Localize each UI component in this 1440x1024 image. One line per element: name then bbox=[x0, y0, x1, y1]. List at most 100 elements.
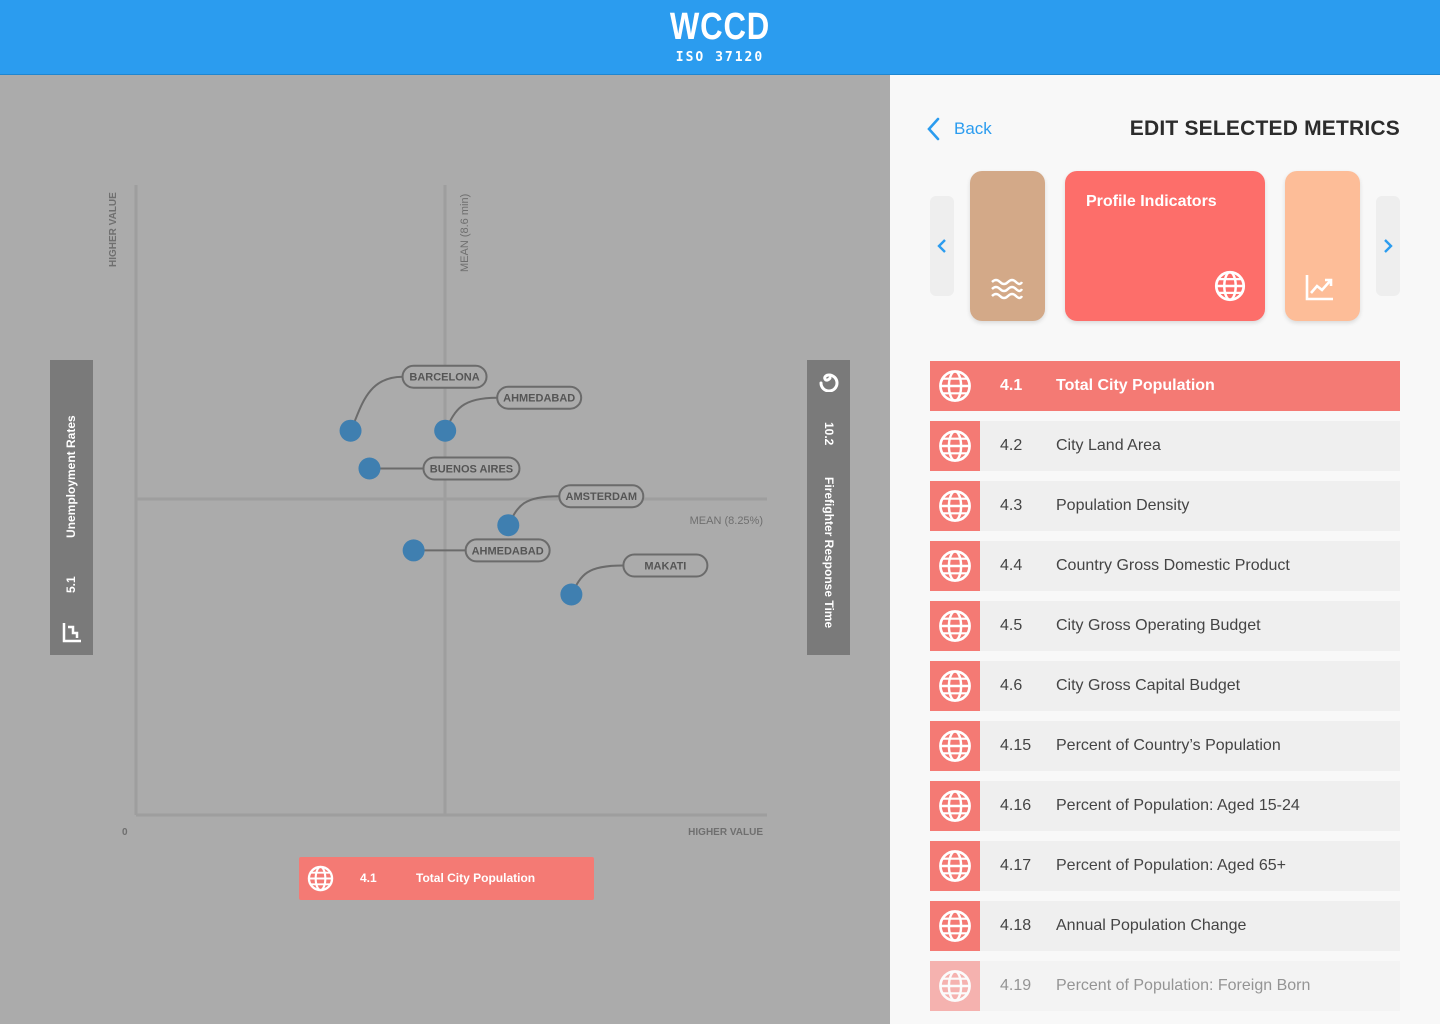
point-label: AHMEDABAD bbox=[503, 393, 575, 405]
selected-metric-number: 4.1 bbox=[360, 871, 377, 885]
data-point[interactable] bbox=[434, 419, 457, 442]
metric-name: Percent of Country’s Population bbox=[1056, 737, 1281, 754]
y-metric-card[interactable]: Unemployment Rates 5.1 bbox=[50, 360, 93, 655]
metric-row[interactable]: 4.15 Percent of Country’s Population bbox=[930, 721, 1400, 771]
selected-metric-chip[interactable]: 4.1 Total City Population bbox=[299, 857, 594, 900]
metric-name: Annual Population Change bbox=[1056, 917, 1247, 934]
data-point-group[interactable]: BUENOS AIRES bbox=[358, 456, 521, 481]
back-button[interactable]: Back bbox=[926, 115, 992, 143]
metric-number: 4.6 bbox=[1000, 677, 1023, 694]
point-label: AMSTERDAM bbox=[566, 491, 638, 503]
selected-metric-label: Total City Population bbox=[416, 871, 536, 885]
chevron-left-icon bbox=[927, 117, 940, 141]
flame-icon bbox=[817, 370, 841, 397]
carousel-prev-button[interactable] bbox=[930, 196, 954, 296]
globe-icon bbox=[930, 721, 980, 771]
horizontal-mean-label: MEAN (8.25%) bbox=[690, 515, 763, 527]
data-point[interactable] bbox=[358, 457, 381, 480]
y-metric-title: Unemployment Rates bbox=[64, 415, 78, 538]
y-metric-value: 5.1 bbox=[64, 576, 78, 593]
metric-number: 4.19 bbox=[1000, 977, 1032, 994]
origin-label: 0 bbox=[122, 827, 128, 838]
globe-icon bbox=[930, 541, 980, 591]
data-point[interactable] bbox=[560, 583, 583, 606]
globe-icon bbox=[930, 961, 980, 1011]
chevron-left-icon bbox=[937, 239, 946, 253]
metric-name: City Gross Capital Budget bbox=[1056, 677, 1241, 694]
point-label: MAKATI bbox=[644, 561, 686, 573]
header-bar: WCCD ISO 37120 bbox=[0, 0, 1440, 75]
metric-number: 4.15 bbox=[1000, 737, 1032, 754]
metric-number: 4.17 bbox=[1000, 857, 1032, 874]
globe-icon bbox=[930, 841, 980, 891]
globe-icon bbox=[930, 361, 980, 411]
metric-row[interactable]: 4.17 Percent of Population: Aged 65+ bbox=[930, 841, 1400, 891]
data-point-group[interactable]: AMSTERDAM bbox=[497, 484, 645, 537]
globe-icon bbox=[930, 421, 980, 471]
y-axis-label: HIGHER VALUE bbox=[108, 192, 119, 267]
metric-number: 4.1 bbox=[1000, 377, 1023, 394]
metric-row[interactable]: 4.5 City Gross Operating Budget bbox=[930, 601, 1400, 651]
globe-icon bbox=[930, 601, 980, 651]
metric-number: 4.4 bbox=[1000, 557, 1023, 574]
metric-number: 4.3 bbox=[1000, 497, 1023, 514]
metric-number: 4.16 bbox=[1000, 797, 1032, 814]
data-points: BARCELONA AHMEDABAD BUENOS AIRES AMSTERDAM A… bbox=[339, 364, 709, 606]
metric-row[interactable]: 4.4 Country Gross Domestic Product bbox=[930, 541, 1400, 591]
carousel-next-button[interactable] bbox=[1376, 196, 1400, 296]
data-point[interactable] bbox=[497, 514, 520, 537]
vertical-mean-label: MEAN (8.6 min) bbox=[459, 194, 471, 272]
point-label: BARCELONA bbox=[409, 372, 479, 384]
globe-icon bbox=[930, 781, 980, 831]
metric-name: Population Density bbox=[1056, 497, 1190, 514]
stairs-chart-icon bbox=[61, 619, 83, 650]
x-metric-card[interactable]: 10.2 Firefighter Response Time bbox=[807, 360, 850, 655]
metric-row[interactable]: 4.16 Percent of Population: Aged 15-24 bbox=[930, 781, 1400, 831]
chevron-right-icon bbox=[1384, 239, 1393, 253]
panel-title: EDIT SELECTED METRICS bbox=[1129, 117, 1400, 140]
metric-name: Total City Population bbox=[1056, 377, 1215, 394]
metric-name: Percent of Population: Aged 65+ bbox=[1056, 857, 1286, 874]
data-point-group[interactable]: AHMEDABAD bbox=[402, 538, 551, 563]
metric-row[interactable]: 4.1 Total City Population bbox=[930, 361, 1400, 411]
edit-metrics-panel: Back EDIT SELECTED METRICS Profile Indic… bbox=[890, 75, 1440, 1024]
globe-icon bbox=[930, 661, 980, 711]
brand-logo: WCCD bbox=[669, 6, 771, 48]
category-card-water[interactable] bbox=[970, 171, 1045, 321]
metric-number: 4.5 bbox=[1000, 617, 1023, 634]
metric-row[interactable]: 4.2 City Land Area bbox=[930, 421, 1400, 471]
metric-name: Percent of Population: Aged 15-24 bbox=[1056, 797, 1300, 814]
x-axis-label: HIGHER VALUE bbox=[688, 827, 763, 838]
brand-subtitle: ISO 37120 bbox=[675, 50, 765, 65]
metric-number: 4.18 bbox=[1000, 917, 1032, 934]
leader-line bbox=[349, 375, 403, 432]
chart-area: HIGHER VALUE MEAN (8.6 min) MEAN (8.25%)… bbox=[0, 75, 890, 1024]
category-title: Profile Indicators bbox=[1086, 193, 1217, 210]
globe-icon bbox=[930, 901, 980, 951]
category-card-trend[interactable] bbox=[1285, 171, 1360, 321]
metric-name: City Gross Operating Budget bbox=[1056, 617, 1261, 634]
globe-icon bbox=[1214, 270, 1246, 307]
x-metric-value: 10.2 bbox=[822, 422, 836, 446]
x-metric-title: Firefighter Response Time bbox=[822, 477, 836, 629]
metric-row[interactable]: 4.19 Percent of Population: Foreign Born bbox=[930, 961, 1400, 1011]
back-label: Back bbox=[954, 119, 992, 138]
metric-row[interactable]: 4.18 Annual Population Change bbox=[930, 901, 1400, 951]
data-point[interactable] bbox=[339, 419, 362, 442]
data-point-group[interactable]: MAKATI bbox=[560, 553, 709, 606]
metric-row[interactable]: 4.3 Population Density bbox=[930, 481, 1400, 531]
metric-name: City Land Area bbox=[1056, 437, 1161, 454]
globe-icon bbox=[307, 865, 334, 897]
globe-icon bbox=[930, 481, 980, 531]
metric-row[interactable]: 4.6 City Gross Capital Budget bbox=[930, 661, 1400, 711]
trend-chart-icon bbox=[1305, 273, 1335, 306]
metric-name: Percent of Population: Foreign Born bbox=[1056, 977, 1311, 994]
point-label: AHMEDABAD bbox=[472, 545, 544, 557]
data-point-group[interactable]: AHMEDABAD bbox=[434, 385, 583, 442]
category-card-profile-indicators[interactable]: Profile Indicators bbox=[1065, 171, 1265, 321]
point-label: BUENOS AIRES bbox=[430, 464, 513, 476]
metric-name: Country Gross Domestic Product bbox=[1056, 557, 1290, 574]
data-point[interactable] bbox=[402, 539, 425, 562]
water-icon bbox=[991, 277, 1024, 306]
metric-number: 4.2 bbox=[1000, 437, 1023, 454]
